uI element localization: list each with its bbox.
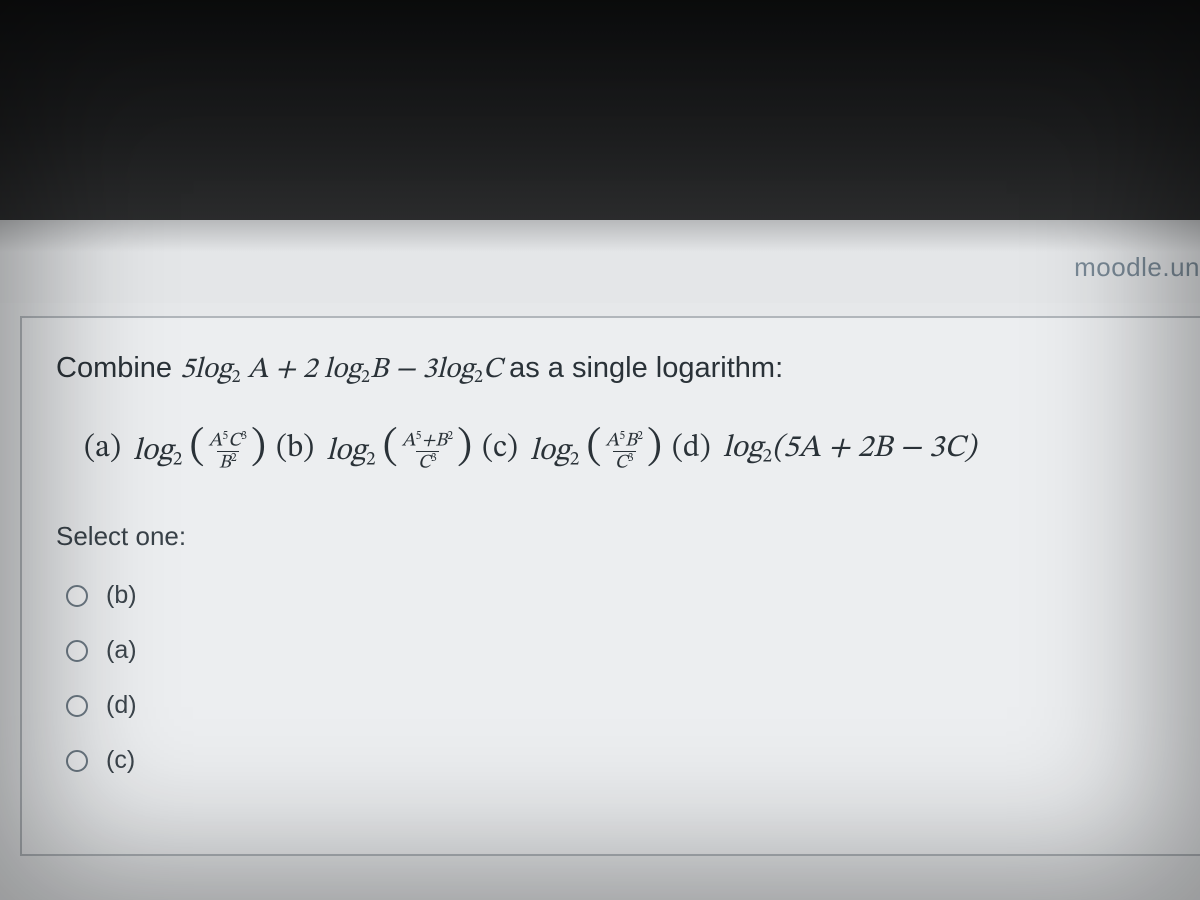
- b-num-plus: +: [421, 431, 435, 451]
- b-num-Bexp: 2: [447, 430, 453, 442]
- choice-b-log: log: [326, 436, 366, 467]
- prompt-suffix: as a single logarithm:: [509, 352, 783, 384]
- c-num-A: A: [605, 431, 619, 451]
- option-label: (b): [106, 578, 137, 613]
- c-num-Bexp: 2: [637, 430, 643, 442]
- choice-c-log: log: [530, 436, 570, 467]
- t1-arg: A: [241, 355, 269, 384]
- answer-choices-row: (a) log2 ( A5C3 B2 ) (b) log2 ( A5+B2 C3…: [84, 419, 1172, 478]
- t2-log: log: [324, 355, 361, 384]
- c-num-B: B: [625, 431, 637, 451]
- t2-arg: B: [370, 355, 388, 384]
- choice-c-base: 2: [570, 450, 580, 470]
- t1-log: log: [194, 355, 231, 384]
- choice-a: (a) log2 ( A5C3 B2 ): [84, 419, 266, 478]
- radio-icon[interactable]: [66, 640, 88, 662]
- select-one-block: Select one: (b) (a) (d) (c): [56, 518, 1172, 788]
- choice-c-label: (c): [482, 427, 518, 470]
- b-num-A: A: [402, 431, 416, 451]
- t3-base: 2: [474, 369, 483, 387]
- b-den-Cexp: 3: [431, 452, 437, 464]
- a-den-B: B: [219, 452, 231, 472]
- choice-d-arg: (5A + 2B − 3C): [772, 433, 976, 464]
- choice-d-base: 2: [762, 446, 772, 466]
- choice-c: (c) log2 ( A5B2 C3 ): [482, 419, 662, 478]
- b-den-C: C: [418, 452, 431, 472]
- option-row-b[interactable]: (b): [56, 568, 1172, 623]
- choice-d-label: (d): [672, 427, 711, 470]
- a-num-Cexp: 3: [241, 430, 247, 442]
- a-num-A: A: [209, 431, 223, 451]
- plus: +: [275, 355, 303, 384]
- option-label: (d): [106, 688, 137, 723]
- minus: −: [395, 355, 423, 384]
- choice-d: (d) log2(5A + 2B − 3C): [672, 427, 976, 470]
- a-num-C: C: [228, 431, 241, 451]
- a-den-Bexp: 2: [231, 452, 237, 464]
- radio-icon[interactable]: [66, 585, 88, 607]
- option-row-a[interactable]: (a): [56, 623, 1172, 678]
- t3-coef: 3: [422, 355, 436, 384]
- option-label: (a): [106, 633, 137, 668]
- choice-d-log: log: [723, 433, 763, 464]
- choice-b-label: (b): [276, 427, 314, 470]
- choice-b: (b) log2 ( A5+B2 C3 ): [276, 419, 472, 478]
- t2-coef: 2: [303, 355, 324, 384]
- option-row-d[interactable]: (d): [56, 678, 1172, 733]
- c-den-Cexp: 3: [628, 452, 634, 464]
- t3-arg: C: [483, 355, 502, 384]
- choice-a-log: log: [133, 436, 173, 467]
- b-num-B: B: [435, 431, 447, 451]
- question-card: Combine 5log2 A + 2 log2B − 3log2C as a …: [20, 316, 1200, 856]
- choice-b-base: 2: [366, 450, 376, 470]
- option-label: (c): [106, 743, 135, 778]
- radio-icon[interactable]: [66, 695, 88, 717]
- t1-coef: 5: [180, 355, 194, 384]
- option-row-c[interactable]: (c): [56, 733, 1172, 788]
- address-bar-fragment: moodle.un: [1074, 252, 1200, 283]
- choice-a-label: (a): [84, 427, 121, 470]
- radio-icon[interactable]: [66, 750, 88, 772]
- c-den-C: C: [615, 452, 628, 472]
- t1-base: 2: [232, 369, 241, 387]
- t3-log: log: [437, 355, 474, 384]
- choice-a-base: 2: [173, 450, 183, 470]
- select-one-label: Select one:: [56, 518, 1172, 554]
- t2-base: 2: [361, 369, 370, 387]
- window-dark-top: [0, 0, 1200, 220]
- prompt-prefix: Combine: [56, 352, 180, 384]
- question-prompt: Combine 5log2 A + 2 log2B − 3log2C as a …: [56, 348, 1172, 391]
